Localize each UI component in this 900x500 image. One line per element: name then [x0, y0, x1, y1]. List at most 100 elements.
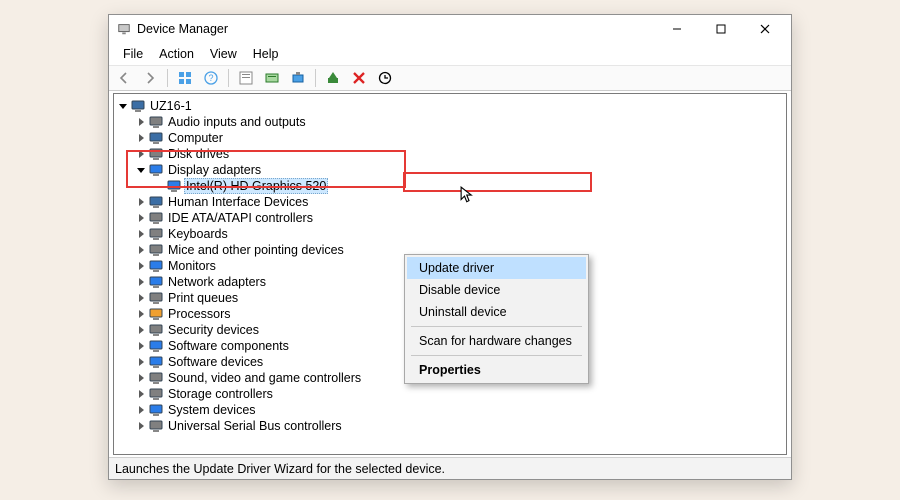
tree-node-label: System devices: [166, 402, 258, 418]
expand-arrow-icon[interactable]: [134, 310, 148, 318]
maximize-button[interactable]: [699, 15, 743, 43]
ctx-disable-device[interactable]: Disable device: [407, 279, 586, 301]
device-icon: [148, 386, 164, 402]
expand-arrow-icon[interactable]: [134, 406, 148, 414]
tree-node-usb[interactable]: Universal Serial Bus controllers: [116, 418, 786, 434]
expand-arrow-icon[interactable]: [134, 166, 148, 174]
ctx-scan-hardware[interactable]: Scan for hardware changes: [407, 330, 586, 352]
tree-node-label: Monitors: [166, 258, 218, 274]
tree-node-computer[interactable]: Computer: [116, 130, 786, 146]
toolbar-add-legacy-button[interactable]: [322, 67, 344, 89]
device-icon: [148, 290, 164, 306]
app-icon: [117, 22, 131, 36]
status-bar: Launches the Update Driver Wizard for th…: [109, 457, 791, 479]
expand-arrow-icon[interactable]: [134, 262, 148, 270]
tree-node-label: Disk drives: [166, 146, 231, 162]
toolbar-uninstall-button[interactable]: [348, 67, 370, 89]
expand-arrow-icon[interactable]: [134, 118, 148, 126]
tree-node-disk[interactable]: Disk drives: [116, 146, 786, 162]
tree-node-label: Software components: [166, 338, 291, 354]
tree-node-audio[interactable]: Audio inputs and outputs: [116, 114, 786, 130]
tree-node-hid[interactable]: Human Interface Devices: [116, 194, 786, 210]
tree-node-root[interactable]: UZ16-1: [116, 98, 786, 114]
expand-arrow-icon[interactable]: [134, 294, 148, 302]
tree-node-display[interactable]: Display adapters: [116, 162, 786, 178]
tree-node-label: Mice and other pointing devices: [166, 242, 346, 258]
tree-node-ide[interactable]: IDE ATA/ATAPI controllers: [116, 210, 786, 226]
expand-arrow-icon[interactable]: [134, 422, 148, 430]
tree-node-label: Universal Serial Bus controllers: [166, 418, 344, 434]
tree-node-label: Human Interface Devices: [166, 194, 310, 210]
context-menu: Update driver Disable device Uninstall d…: [404, 254, 589, 384]
device-icon: [148, 130, 164, 146]
window-title: Device Manager: [137, 22, 655, 36]
tree-node-storage[interactable]: Storage controllers: [116, 386, 786, 402]
toolbar-update-button[interactable]: [261, 67, 283, 89]
menu-view[interactable]: View: [204, 45, 243, 63]
toolbar-disable-button[interactable]: [374, 67, 396, 89]
tree-node-label: Audio inputs and outputs: [166, 114, 308, 130]
ctx-update-driver[interactable]: Update driver: [407, 257, 586, 279]
menu-action[interactable]: Action: [153, 45, 200, 63]
device-icon: [148, 418, 164, 434]
close-button[interactable]: [743, 15, 787, 43]
device-manager-window: Device Manager File Action View Help ?: [108, 14, 792, 480]
window-controls: [655, 15, 787, 43]
ctx-properties[interactable]: Properties: [407, 359, 586, 381]
expand-arrow-icon[interactable]: [134, 342, 148, 350]
tree-node-label: Software devices: [166, 354, 265, 370]
toolbar-separator: [228, 69, 229, 87]
svg-text:?: ?: [208, 73, 213, 83]
tree-node-label: Intel(R) HD Graphics 520: [184, 178, 328, 194]
device-icon: [148, 146, 164, 162]
device-icon: [148, 242, 164, 258]
menu-file[interactable]: File: [117, 45, 149, 63]
tree-node-label: Security devices: [166, 322, 261, 338]
tree-node-keyboards[interactable]: Keyboards: [116, 226, 786, 242]
tree-node-label: Print queues: [166, 290, 240, 306]
device-tree-panel[interactable]: UZ16-1Audio inputs and outputsComputerDi…: [113, 93, 787, 455]
toolbar-forward-button[interactable]: [139, 67, 161, 89]
expand-arrow-icon[interactable]: [116, 102, 130, 110]
expand-arrow-icon[interactable]: [134, 150, 148, 158]
menu-help[interactable]: Help: [247, 45, 285, 63]
tree-node-label: UZ16-1: [148, 98, 194, 114]
device-icon: [148, 322, 164, 338]
minimize-button[interactable]: [655, 15, 699, 43]
expand-arrow-icon[interactable]: [134, 198, 148, 206]
expand-arrow-icon[interactable]: [134, 326, 148, 334]
expand-arrow-icon[interactable]: [134, 230, 148, 238]
expand-arrow-icon[interactable]: [134, 358, 148, 366]
ctx-separator: [411, 326, 582, 327]
expand-arrow-icon[interactable]: [134, 134, 148, 142]
toolbar-separator: [315, 69, 316, 87]
tree-node-label: Processors: [166, 306, 233, 322]
ctx-uninstall-device[interactable]: Uninstall device: [407, 301, 586, 323]
expand-arrow-icon[interactable]: [134, 214, 148, 222]
device-icon: [148, 114, 164, 130]
toolbar-help-button[interactable]: ?: [200, 67, 222, 89]
tree-node-label: Storage controllers: [166, 386, 275, 402]
toolbar-back-button[interactable]: [113, 67, 135, 89]
expand-arrow-icon[interactable]: [134, 246, 148, 254]
tree-node-label: Computer: [166, 130, 225, 146]
expand-arrow-icon[interactable]: [134, 278, 148, 286]
toolbar-properties-button[interactable]: [235, 67, 257, 89]
window-titlebar: Device Manager: [109, 15, 791, 43]
toolbar-scan-button[interactable]: [287, 67, 309, 89]
device-icon: [148, 306, 164, 322]
tree-node-intel-hd-520[interactable]: Intel(R) HD Graphics 520: [116, 178, 786, 194]
menu-bar: File Action View Help: [109, 43, 791, 65]
tree-node-system[interactable]: System devices: [116, 402, 786, 418]
device-icon: [148, 274, 164, 290]
tree-node-label: IDE ATA/ATAPI controllers: [166, 210, 315, 226]
expand-arrow-icon[interactable]: [134, 390, 148, 398]
device-icon: [148, 210, 164, 226]
toolbar: ?: [109, 65, 791, 91]
expand-arrow-icon[interactable]: [134, 374, 148, 382]
device-icon: [148, 354, 164, 370]
toolbar-show-hidden-button[interactable]: [174, 67, 196, 89]
client-area: UZ16-1Audio inputs and outputsComputerDi…: [109, 91, 791, 457]
device-icon: [148, 402, 164, 418]
toolbar-separator: [167, 69, 168, 87]
